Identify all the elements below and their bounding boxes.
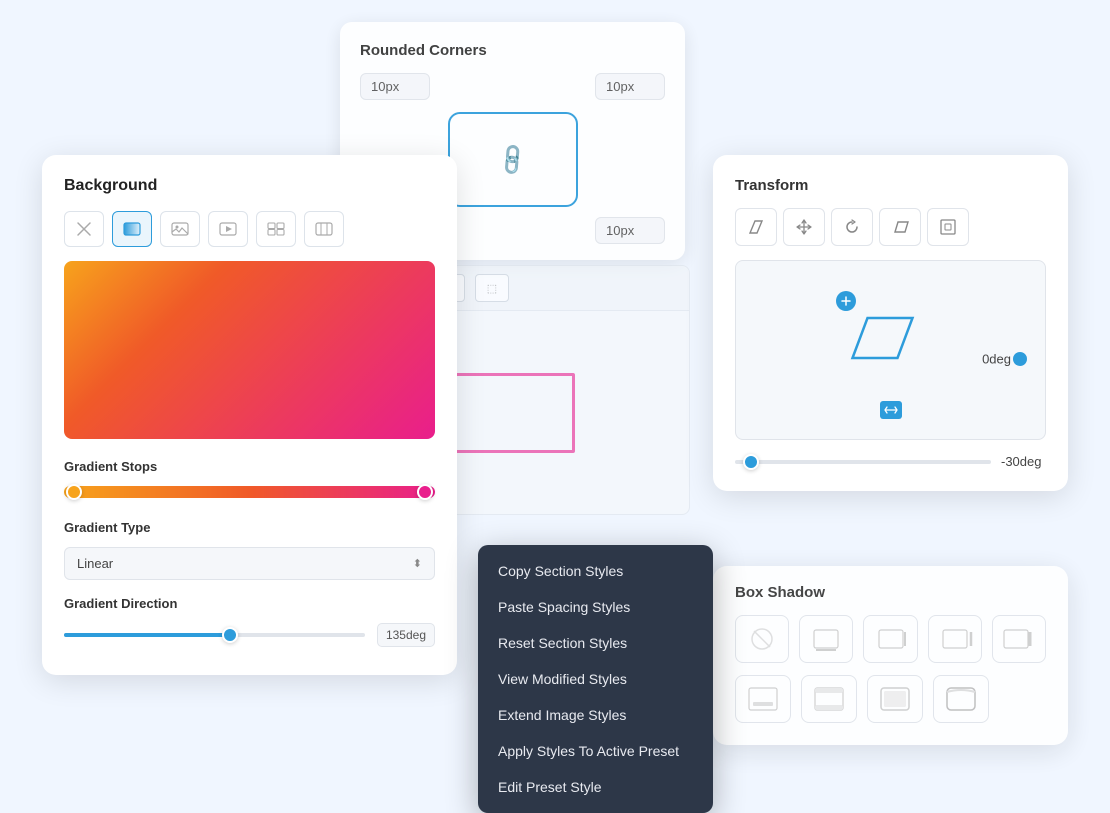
- corner-inputs-row: 10px 10px: [360, 73, 665, 100]
- transform-slider-track[interactable]: [735, 460, 991, 464]
- transform-tool-rotate[interactable]: [831, 208, 873, 246]
- link-icon: 🔗: [494, 141, 532, 179]
- context-item-edit-preset[interactable]: Edit Preset Style: [478, 769, 713, 805]
- corner-top-right-input[interactable]: 10px: [595, 73, 665, 100]
- bg-type-gradient[interactable]: [112, 211, 152, 247]
- transform-deg-bottom: -30deg: [1001, 454, 1046, 469]
- transform-tool-move[interactable]: [783, 208, 825, 246]
- direction-slider-track[interactable]: [64, 633, 365, 637]
- context-item-apply-preset[interactable]: Apply Styles To Active Preset: [478, 733, 713, 769]
- bg-type-slide[interactable]: [304, 211, 344, 247]
- context-item-paste-spacing[interactable]: Paste Spacing Styles: [478, 589, 713, 625]
- box-shadow-panel: Box Shadow: [713, 566, 1068, 745]
- context-menu: Copy Section Styles Paste Spacing Styles…: [478, 545, 713, 813]
- gradient-type-label: Gradient Type: [64, 520, 435, 535]
- gradient-type-row: Gradient Type Linear Linear Radial Conic…: [64, 520, 435, 580]
- transform-panel: Transform: [713, 155, 1068, 491]
- bg-type-none[interactable]: [64, 211, 104, 247]
- gradient-type-select-wrapper[interactable]: Linear Linear Radial Conic ⬍: [64, 547, 435, 580]
- shadow-inner-3[interactable]: [867, 675, 923, 723]
- gradient-stop-right[interactable]: [417, 484, 433, 500]
- direction-slider-thumb[interactable]: [222, 627, 238, 643]
- transform-deg-right: 0deg: [982, 351, 1011, 366]
- context-item-copy-section[interactable]: Copy Section Styles: [478, 553, 713, 589]
- corner-bottom-input[interactable]: 10px: [595, 217, 665, 244]
- direction-slider-fill: [64, 633, 230, 637]
- transform-bottom-slider: -30deg: [735, 454, 1046, 469]
- transform-tool-skew[interactable]: [735, 208, 777, 246]
- transform-flip-control[interactable]: [880, 401, 902, 419]
- bg-type-icons-row: [64, 211, 435, 247]
- bg-type-pattern[interactable]: [256, 211, 296, 247]
- shadow-options-row: [735, 615, 1046, 663]
- gradient-direction-section: Gradient Direction 135deg: [64, 596, 435, 647]
- transform-title: Transform: [735, 177, 1046, 194]
- gradient-stops-track[interactable]: [64, 486, 435, 498]
- shadow-inner-4[interactable]: [933, 675, 989, 723]
- rounded-corners-title: Rounded Corners: [360, 42, 665, 59]
- transform-dot-right[interactable]: [1013, 352, 1027, 366]
- gradient-direction-label: Gradient Direction: [64, 596, 435, 611]
- bg-type-video[interactable]: [208, 211, 248, 247]
- bg-type-image[interactable]: [160, 211, 200, 247]
- canvas-tool-4[interactable]: ⬚: [475, 274, 509, 302]
- shadow-row2: [735, 675, 1046, 723]
- context-item-extend-image[interactable]: Extend Image Styles: [478, 697, 713, 733]
- transform-tool-parallelo[interactable]: [879, 208, 921, 246]
- shadow-style-2[interactable]: [863, 615, 917, 663]
- shadow-style-4[interactable]: [992, 615, 1046, 663]
- shadow-style-3[interactable]: [928, 615, 982, 663]
- direction-value: 135deg: [377, 623, 435, 647]
- transform-canvas: 0deg: [735, 260, 1046, 440]
- context-item-reset-section[interactable]: Reset Section Styles: [478, 625, 713, 661]
- gradient-stops-label: Gradient Stops: [64, 459, 435, 474]
- gradient-direction-row: 135deg: [64, 623, 435, 647]
- shadow-none-btn[interactable]: [735, 615, 789, 663]
- box-shadow-title: Box Shadow: [735, 584, 1046, 601]
- transform-tool-resize[interactable]: [927, 208, 969, 246]
- corner-link-box[interactable]: 🔗: [448, 112, 578, 207]
- shadow-style-1[interactable]: [799, 615, 853, 663]
- gradient-stop-left[interactable]: [66, 484, 82, 500]
- context-item-view-modified[interactable]: View Modified Styles: [478, 661, 713, 697]
- transform-toolbar: [735, 208, 1046, 246]
- corner-top-left-input[interactable]: 10px: [360, 73, 430, 100]
- shadow-inner-2[interactable]: [801, 675, 857, 723]
- pink-rect: [445, 373, 575, 453]
- background-panel: Background: [42, 155, 457, 675]
- transform-slider-thumb[interactable]: [743, 454, 759, 470]
- gradient-preview: [64, 261, 435, 439]
- shadow-inner-1[interactable]: [735, 675, 791, 723]
- background-title: Background: [64, 177, 435, 195]
